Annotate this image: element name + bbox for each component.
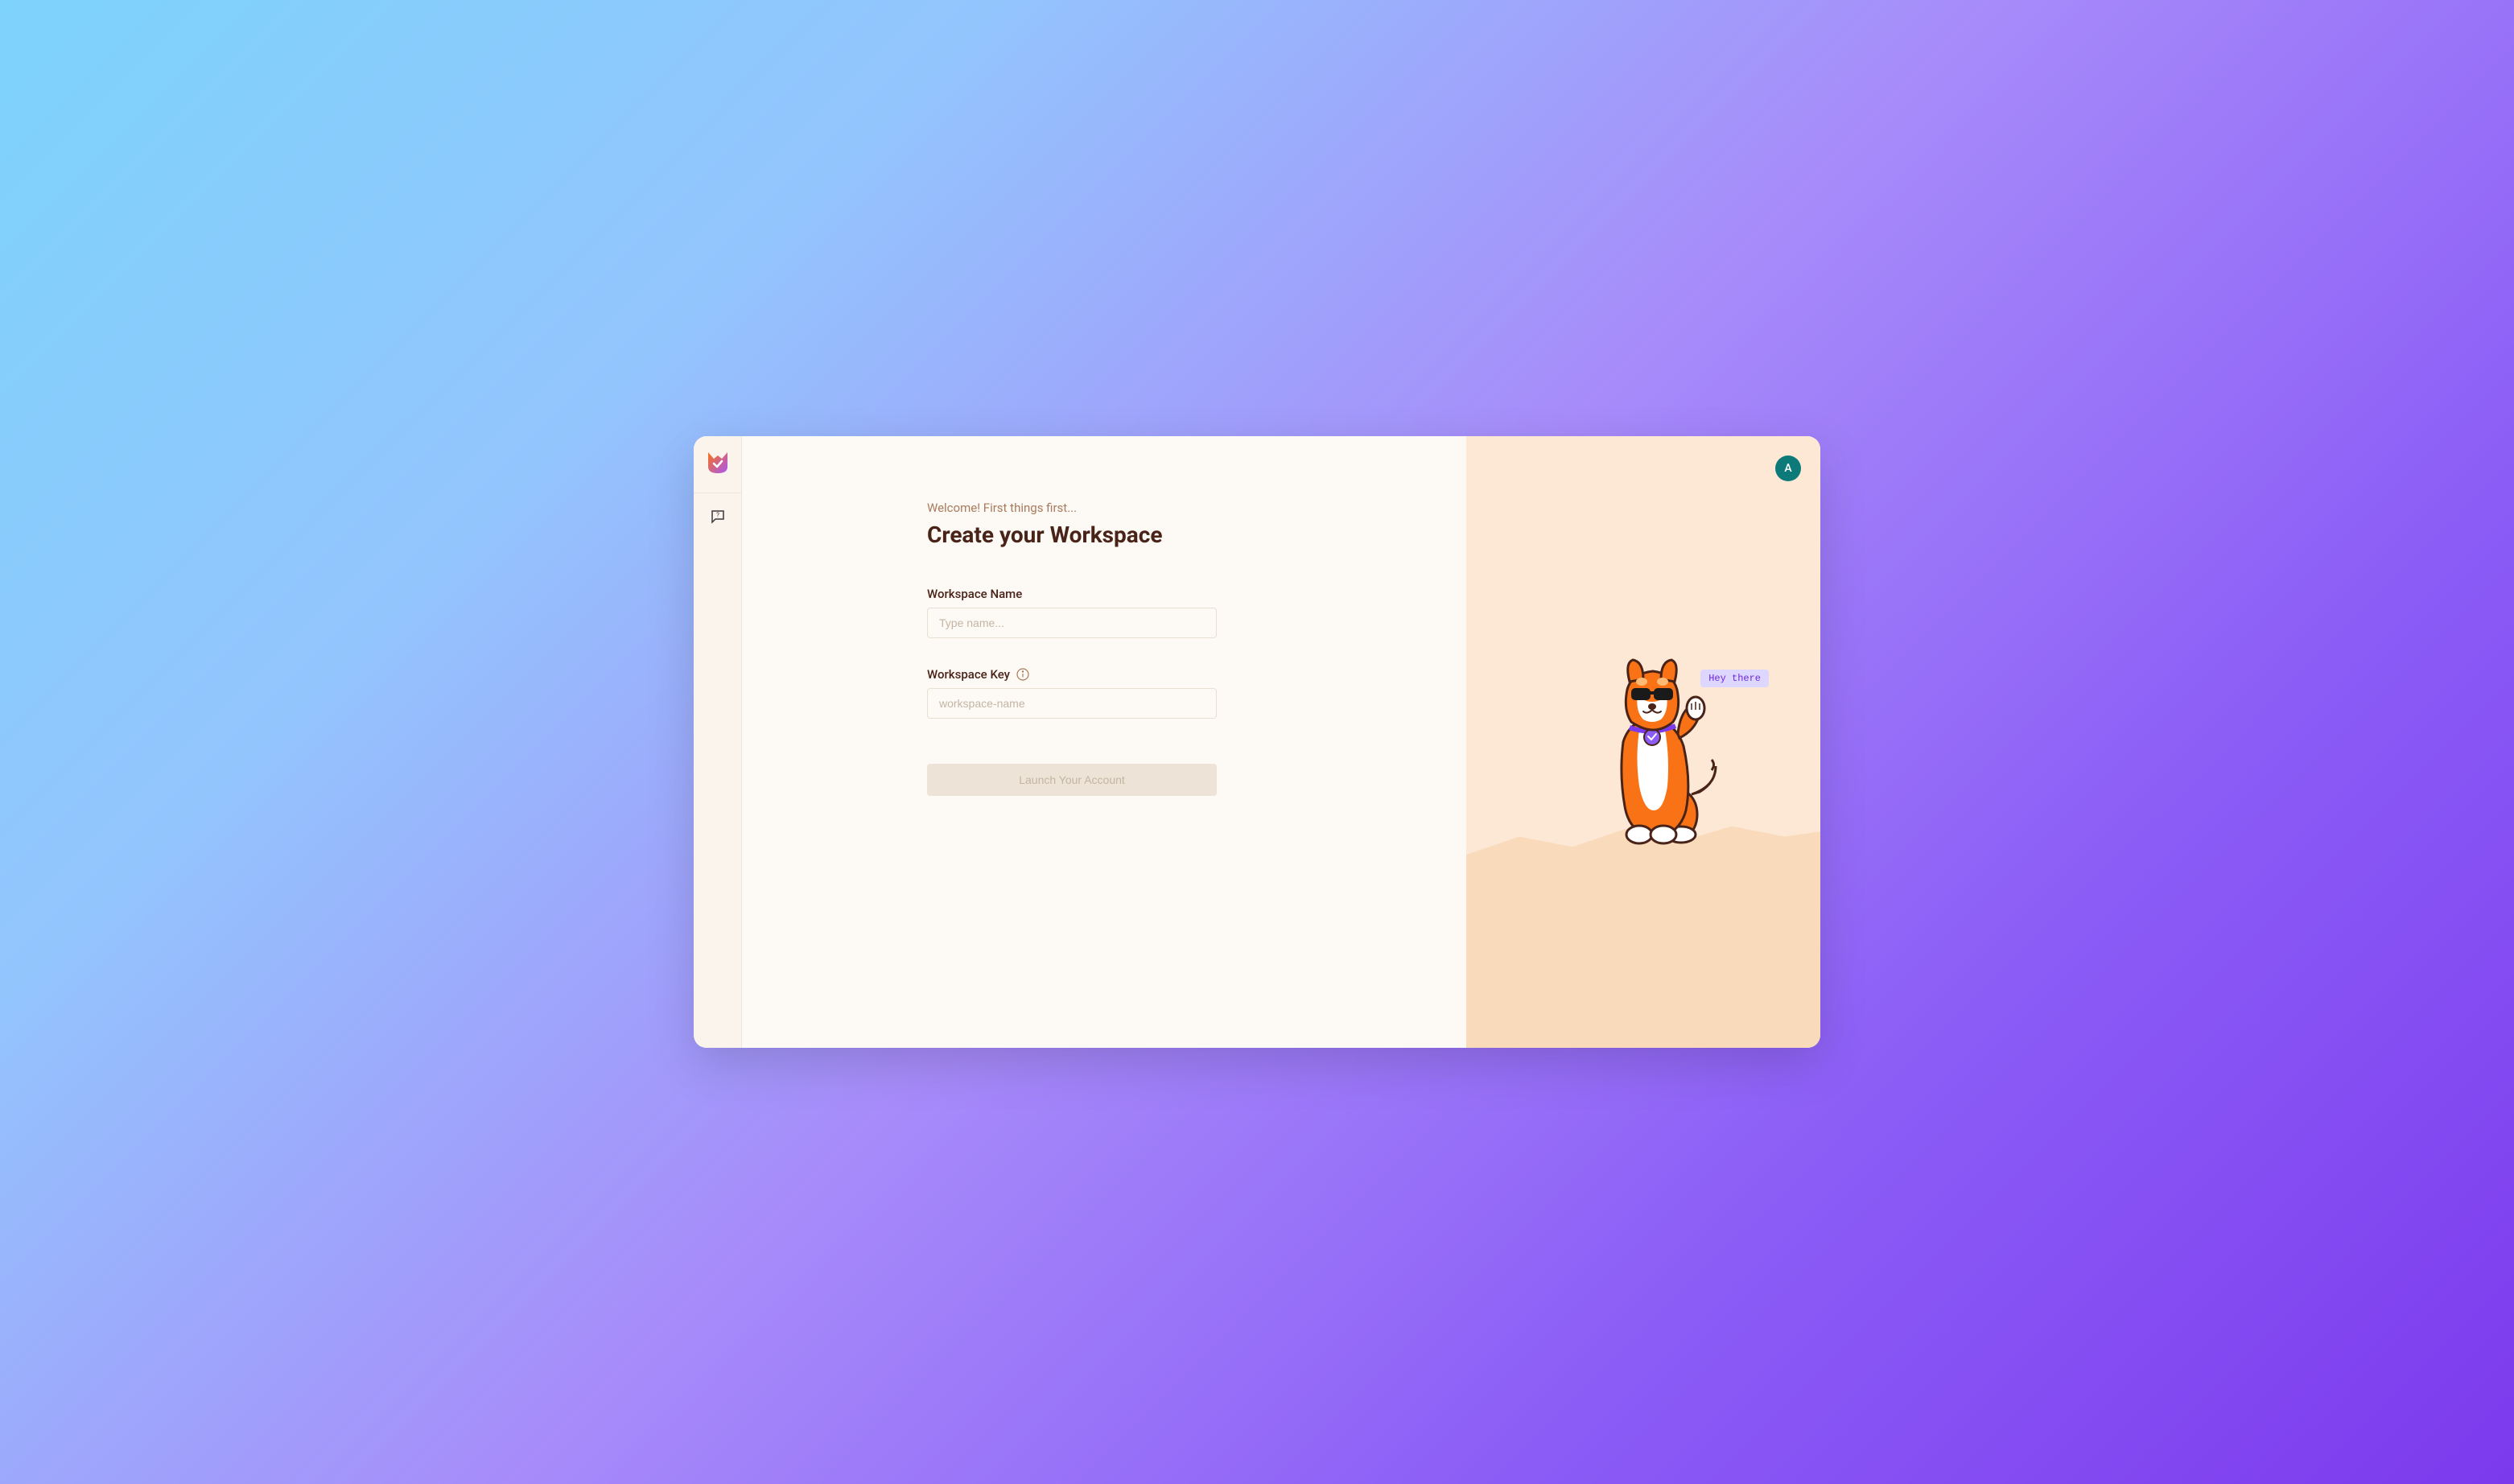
page-subtitle: Welcome! First things first...	[927, 501, 1466, 515]
main-content: Welcome! First things first... Create yo…	[742, 436, 1820, 1048]
mascot-container: Hey there	[1466, 436, 1820, 1048]
workspace-key-group: Workspace Key	[927, 667, 1466, 719]
workspace-name-label: Workspace Name	[927, 587, 1022, 601]
svg-text:?: ?	[716, 512, 719, 519]
workspace-key-label: Workspace Key	[927, 667, 1010, 682]
info-icon[interactable]	[1016, 668, 1029, 681]
app-logo-icon[interactable]	[704, 449, 732, 476]
workspace-name-input[interactable]	[927, 608, 1217, 638]
workspace-name-group: Workspace Name	[927, 587, 1466, 638]
dog-mascot-icon	[1567, 653, 1728, 855]
workspace-key-input[interactable]	[927, 688, 1217, 719]
help-chat-icon[interactable]: ?	[711, 509, 725, 524]
form-section: Welcome! First things first... Create yo…	[742, 436, 1466, 1048]
launch-account-button[interactable]: Launch Your Account	[927, 764, 1217, 796]
page-title: Create your Workspace	[927, 521, 1466, 548]
sidebar: ?	[694, 436, 742, 1048]
illustration-panel: A Hey there	[1466, 436, 1820, 1048]
app-window: ? Welcome! First things first... Create …	[694, 436, 1820, 1048]
